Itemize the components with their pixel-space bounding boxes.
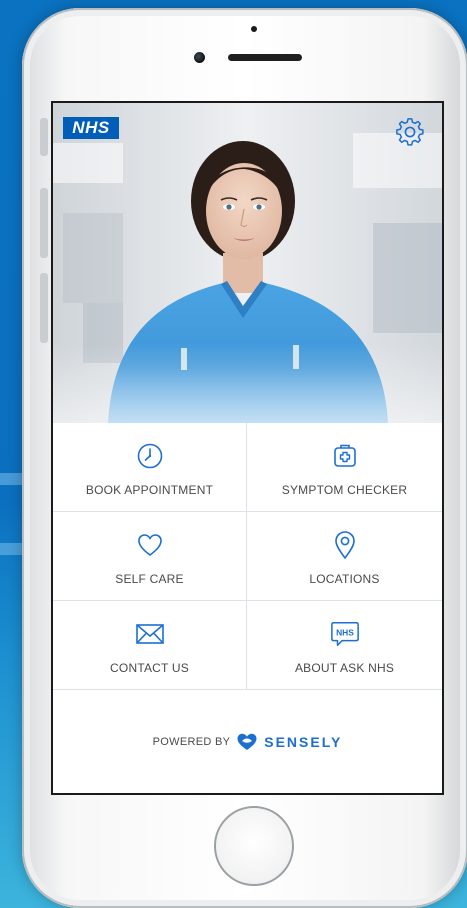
- marketing-background: NHS BOOK APPOINTMENT SYMPTOM CHECKER SEL…: [0, 0, 467, 908]
- envelope-icon: [135, 624, 164, 644]
- locations-label: LOCATIONS: [309, 572, 380, 586]
- self-care-label: SELF CARE: [115, 572, 184, 586]
- medical-kit-icon: [333, 444, 356, 467]
- powered-by-footer: POWERED BY SENSELY: [53, 690, 442, 793]
- front-camera: [194, 52, 205, 63]
- symptom-checker-button[interactable]: SYMPTOM CHECKER: [247, 423, 442, 512]
- mute-switch: [40, 118, 48, 156]
- nhs-chat-icon: NHS: [330, 622, 359, 646]
- symptom-checker-label: SYMPTOM CHECKER: [281, 483, 408, 497]
- powered-by-text: POWERED BY: [152, 735, 231, 748]
- gear-icon[interactable]: [395, 117, 425, 147]
- app-screen: NHS BOOK APPOINTMENT SYMPTOM CHECKER SEL…: [51, 101, 444, 795]
- locations-button[interactable]: LOCATIONS: [247, 512, 442, 601]
- contact-us-button[interactable]: CONTACT US: [53, 601, 247, 690]
- home-button[interactable]: [214, 806, 294, 886]
- about-ask-nhs-button[interactable]: NHS ABOUT ASK NHS: [247, 601, 442, 690]
- self-care-button[interactable]: SELF CARE: [53, 512, 247, 601]
- hero-banner: NHS: [53, 103, 442, 423]
- nhs-logo: NHS: [63, 117, 119, 139]
- clock-icon: [137, 443, 162, 469]
- sensely-brand[interactable]: SENSELY: [264, 734, 342, 750]
- location-pin-icon: [334, 531, 355, 559]
- sensely-heart-icon: [237, 733, 257, 750]
- sensor-dot: [251, 26, 257, 32]
- volume-up-button: [40, 188, 48, 258]
- heart-icon: [137, 534, 162, 556]
- nurse-avatar-image: [53, 103, 442, 423]
- earpiece-speaker: [228, 54, 302, 61]
- book-appointment-label: BOOK APPOINTMENT: [85, 483, 214, 497]
- about-ask-nhs-label: ABOUT ASK NHS: [294, 661, 395, 675]
- book-appointment-button[interactable]: BOOK APPOINTMENT: [53, 423, 247, 512]
- nhs-chat-icon-text: NHS: [336, 627, 354, 637]
- volume-down-button: [40, 273, 48, 343]
- action-menu: BOOK APPOINTMENT SYMPTOM CHECKER SELF CA…: [53, 423, 442, 690]
- contact-us-label: CONTACT US: [110, 661, 189, 675]
